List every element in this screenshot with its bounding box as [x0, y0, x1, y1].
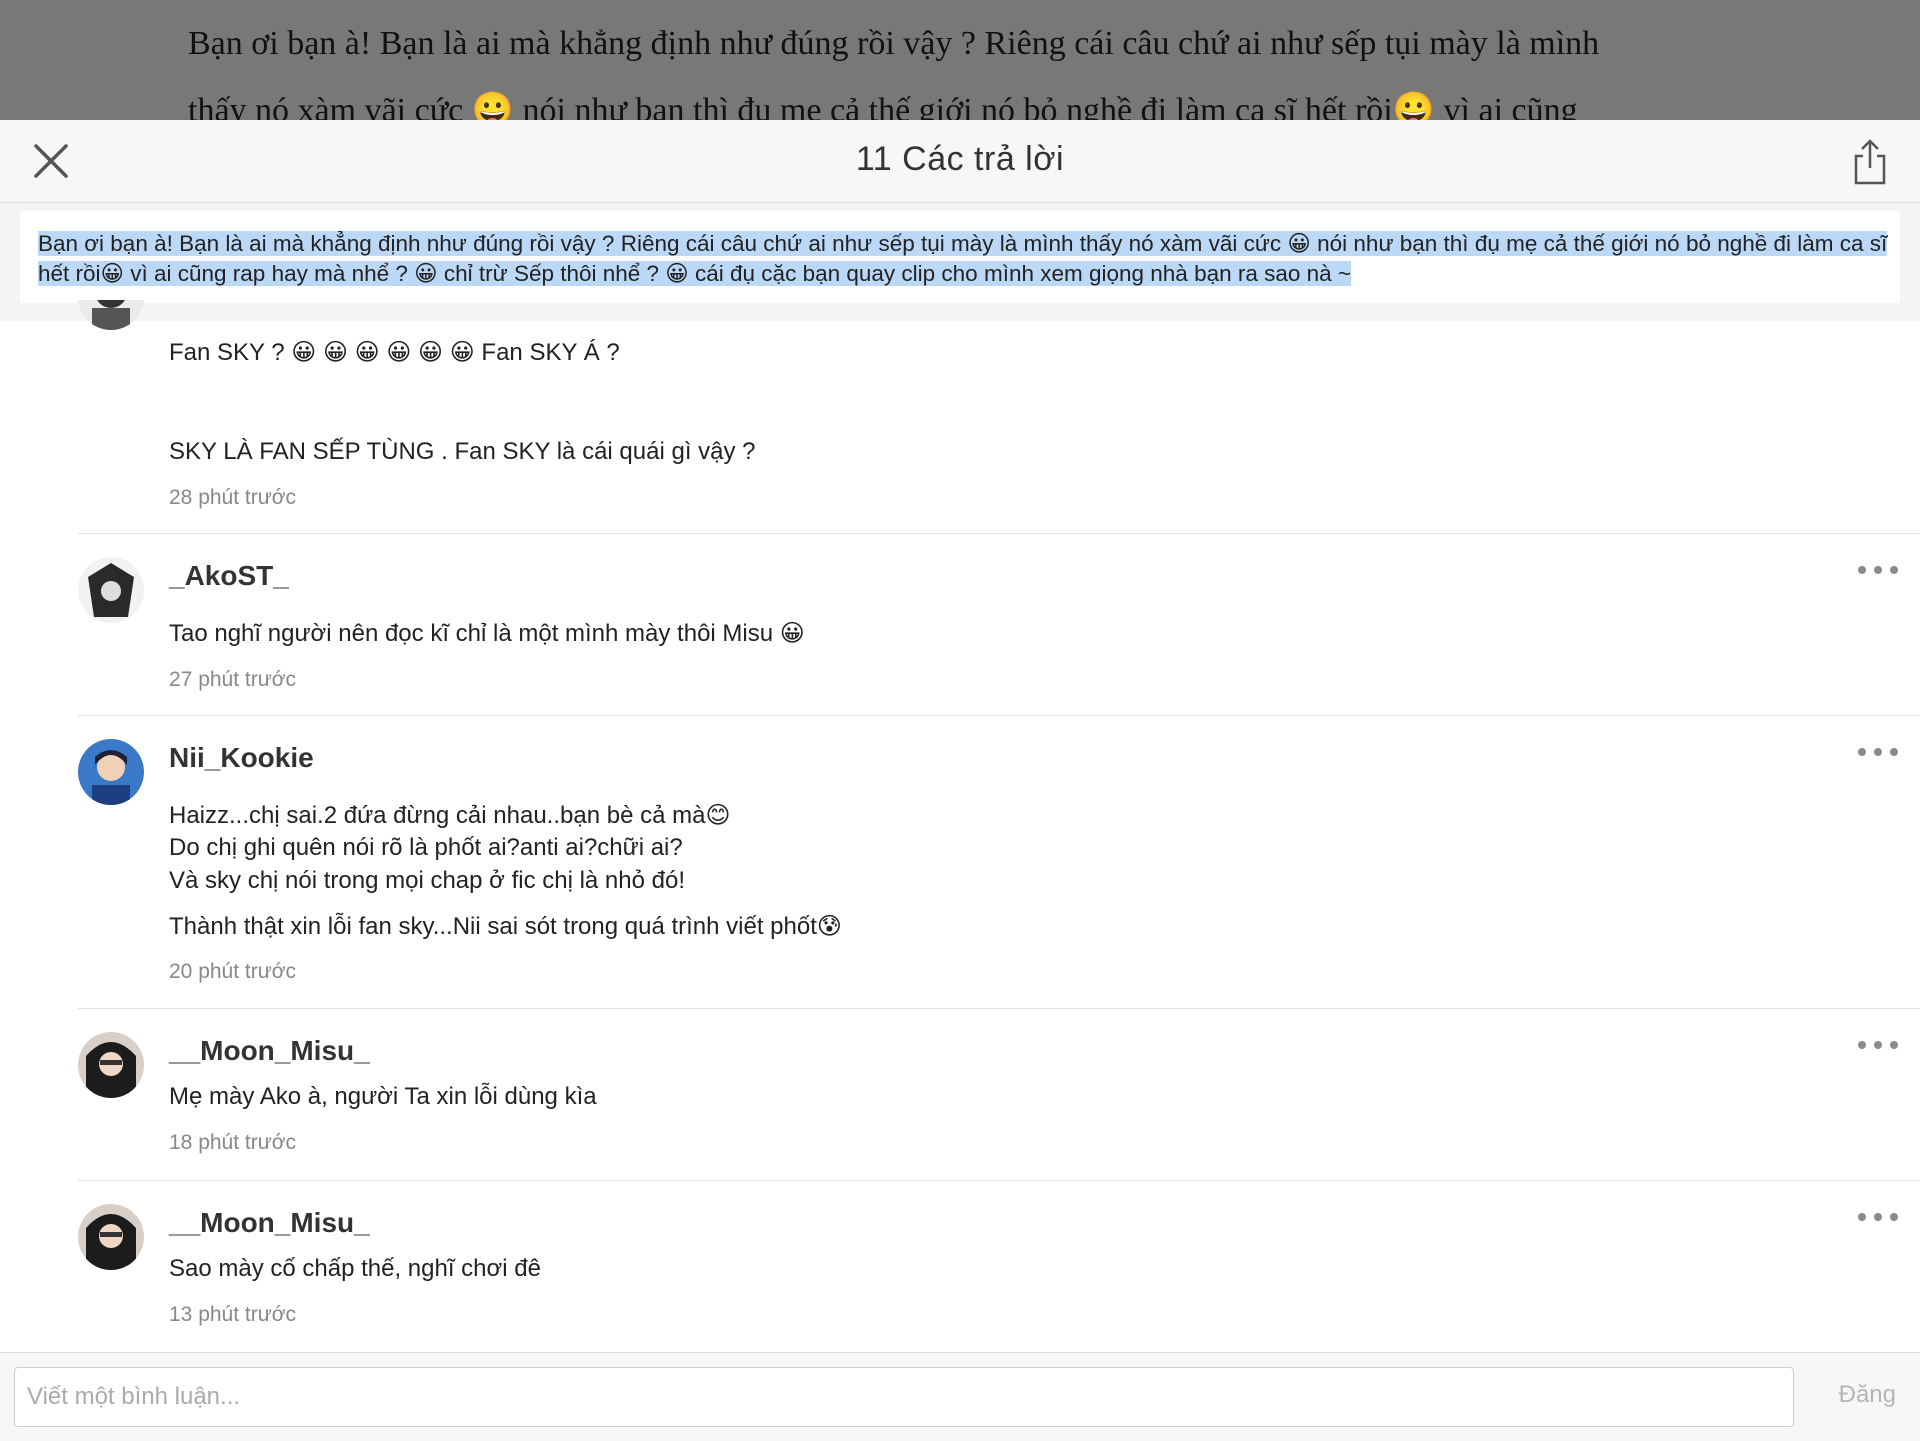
comment-input[interactable] [14, 1367, 1794, 1427]
more-options-button[interactable] [1858, 562, 1898, 578]
dot-icon [1858, 566, 1866, 574]
comment-text: Mẹ mày Ako à, người Ta xin lỗi dùng kìa [169, 1083, 597, 1110]
comment-text: Fan SKY ? 😀 😀 😀 😀 😀 😀 Fan SKY Á ? [169, 339, 620, 366]
dot-icon [1890, 1041, 1898, 1049]
comment-timestamp: 13 phút trước [169, 1303, 297, 1326]
dot-icon [1874, 1041, 1882, 1049]
original-comment-text[interactable]: Bạn ơi bạn à! Bạn là ai mà khẳng định nh… [38, 229, 1898, 289]
background-line: Bạn ơi bạn à! Bạn là ai mà khẳng định nh… [188, 25, 1600, 62]
avatar[interactable] [78, 1032, 144, 1098]
avatar[interactable] [78, 739, 144, 805]
divider [78, 715, 1920, 716]
dot-icon [1874, 566, 1882, 574]
more-options-button[interactable] [1858, 1037, 1898, 1053]
comment-text: SKY LÀ FAN SẾP TÙNG . Fan SKY là cái quá… [169, 438, 756, 465]
share-icon [1854, 139, 1886, 185]
dot-icon [1874, 1213, 1882, 1221]
replies-header: 11 Các trả lời [0, 120, 1920, 203]
comment-username[interactable]: __Moon_Misu_ [169, 1035, 370, 1067]
dot-icon [1858, 1213, 1866, 1221]
comment-text: Sao mày cố chấp thế, nghĩ chơi đê [169, 1255, 541, 1282]
selected-text-line: Bạn ơi bạn à! Bạn là ai mà khẳng định nh… [38, 231, 1888, 256]
more-options-button[interactable] [1858, 744, 1898, 760]
background-story-page: Bạn ơi bạn à! Bạn là ai mà khẳng định nh… [0, 0, 1920, 120]
more-options-button[interactable] [1858, 1209, 1898, 1225]
divider [78, 1008, 1920, 1009]
comment-timestamp: 27 phút trước [169, 668, 297, 691]
comment-text: Do chị ghi quên nói rõ là phốt ai?anti a… [169, 834, 683, 861]
comment-composer: Đăng [0, 1352, 1920, 1441]
comment-text: Haizz...chị sai.2 đứa đừng cải nhau..bạn… [169, 802, 731, 829]
dot-icon [1890, 566, 1898, 574]
dot-icon [1874, 748, 1882, 756]
selected-text-line: hết rồi😀 vì ai cũng rap hay mà nhể ? 😀 c… [38, 261, 1352, 286]
dot-icon [1858, 748, 1866, 756]
avatar[interactable] [78, 300, 144, 330]
avatar[interactable] [78, 557, 144, 623]
divider [78, 533, 1920, 534]
comment-text: Thành thật xin lỗi fan sky...Nii sai sót… [169, 913, 842, 940]
dot-icon [1890, 1213, 1898, 1221]
comment-timestamp: 18 phút trước [169, 1131, 297, 1154]
comment-username[interactable]: _AkoST_ [169, 560, 289, 592]
dot-icon [1890, 748, 1898, 756]
comment-text: Tao nghĩ người nên đọc kĩ chỉ là một mìn… [169, 620, 805, 647]
comment-text: Và sky chị nói trong mọi chap ở fic chị … [169, 867, 685, 894]
comment-username[interactable]: __Moon_Misu_ [169, 1207, 370, 1239]
dot-icon [1858, 1041, 1866, 1049]
comment-timestamp: 20 phút trước [169, 960, 297, 983]
original-comment-box: Bạn ơi bạn à! Bạn là ai mà khẳng định nh… [20, 211, 1900, 303]
post-button[interactable]: Đăng [1839, 1381, 1896, 1409]
divider [78, 1180, 1920, 1181]
background-story-text: Bạn ơi bạn à! Bạn là ai mà khẳng định nh… [188, 10, 1748, 120]
background-line: thấy nó xàm vãi cức 😀 nói như bạn thì đụ… [188, 92, 1578, 120]
share-button[interactable] [1846, 134, 1894, 190]
replies-list[interactable]: Fan SKY ? 😀 😀 😀 😀 😀 😀 Fan SKY Á ? SKY LÀ… [0, 300, 1920, 1352]
page-title: 11 Các trả lời [855, 140, 1065, 178]
comment-username[interactable]: Nii_Kookie [169, 742, 314, 774]
comment-timestamp: 28 phút trước [169, 486, 297, 509]
avatar[interactable] [78, 1204, 144, 1270]
